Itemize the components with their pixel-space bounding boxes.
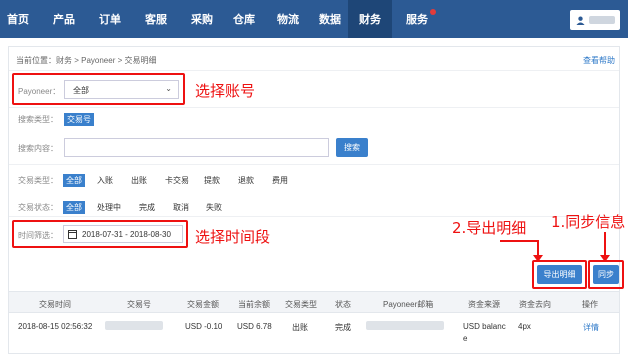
- details-link[interactable]: 详情: [583, 322, 599, 333]
- nav-home[interactable]: 首页: [0, 0, 36, 38]
- nav-purchasing[interactable]: 采购: [182, 0, 222, 38]
- txn-type-card[interactable]: 卡交易: [165, 175, 189, 186]
- cell-type: 出账: [292, 323, 308, 332]
- help-link[interactable]: 查看帮助: [583, 55, 615, 66]
- col-txn-id: 交易号: [127, 300, 151, 309]
- col-txn-amount: 交易金额: [187, 300, 219, 309]
- nav-orders[interactable]: 订单: [90, 0, 130, 38]
- nav-finance[interactable]: 财务: [348, 0, 392, 38]
- user-menu[interactable]: [570, 10, 620, 30]
- txn-status-all[interactable]: 全部: [63, 201, 85, 214]
- nav-customer-service[interactable]: 客服: [136, 0, 176, 38]
- cell-status: 完成: [335, 323, 351, 332]
- divider: [9, 70, 619, 71]
- nav-products[interactable]: 产品: [44, 0, 84, 38]
- txn-type-all[interactable]: 全部: [63, 174, 85, 187]
- search-button[interactable]: 搜索: [336, 138, 368, 157]
- nav-data[interactable]: 数据: [310, 0, 350, 38]
- search-type-option[interactable]: 交易号: [64, 113, 94, 126]
- annotation-select-account: 选择账号: [195, 82, 256, 100]
- txn-type-label: 交易类型：: [18, 176, 58, 185]
- highlight-sync-button: [588, 260, 624, 289]
- nav-logistics[interactable]: 物流: [268, 0, 308, 38]
- txn-type-refund[interactable]: 退款: [238, 175, 254, 186]
- highlight-time-filter: [12, 220, 188, 248]
- notification-dot-icon: [430, 9, 436, 15]
- divider: [9, 107, 619, 108]
- cell-email-redacted: [366, 321, 444, 330]
- arrow-down-icon: [600, 232, 610, 262]
- highlight-export-button: [532, 260, 587, 289]
- cell-txn-id-redacted: [105, 321, 163, 330]
- txn-status-cancelled[interactable]: 取消: [173, 202, 189, 213]
- txn-status-complete[interactable]: 完成: [139, 202, 155, 213]
- cell-balance: USD 6.78: [237, 322, 272, 331]
- col-txn-type: 交易类型: [285, 300, 317, 309]
- nav-warehouse[interactable]: 仓库: [224, 0, 264, 38]
- divider: [9, 216, 619, 217]
- col-txn-time: 交易时间: [39, 300, 71, 309]
- txn-type-income[interactable]: 入账: [97, 175, 113, 186]
- search-content-label: 搜索内容：: [18, 144, 58, 153]
- username-redacted: [589, 16, 615, 24]
- table-header: 交易时间 交易号 交易金额 当前余额 交易类型 状态 Payoneer邮箱 资金…: [9, 291, 619, 313]
- search-type-label: 搜索类型：: [18, 115, 58, 124]
- cell-source: USD balanc: [463, 322, 506, 331]
- user-icon: [576, 16, 585, 25]
- cell-source-wrap: e: [463, 334, 468, 343]
- txn-status-processing[interactable]: 处理中: [97, 202, 121, 213]
- annotation-export-step: 2.导出明细: [452, 219, 527, 237]
- nav-services-label: 服务: [406, 14, 428, 26]
- col-actions: 操作: [582, 300, 598, 309]
- arrow-line: [500, 240, 538, 242]
- col-fund-dest: 资金去向: [519, 300, 551, 309]
- arrow-down-icon: [533, 240, 543, 262]
- search-input[interactable]: [64, 138, 329, 157]
- annotation-sync-step: 1.同步信息: [551, 213, 626, 231]
- txn-type-fee[interactable]: 费用: [272, 175, 288, 186]
- txn-status-failed[interactable]: 失败: [206, 202, 222, 213]
- divider: [9, 164, 619, 165]
- cell-time: 2018-08-15 02:56:32: [18, 322, 93, 331]
- col-status: 状态: [335, 300, 351, 309]
- txn-type-outgoing[interactable]: 出账: [131, 175, 147, 186]
- col-balance: 当前余额: [238, 300, 270, 309]
- txn-status-label: 交易状态：: [18, 203, 58, 212]
- col-fund-source: 资金来源: [468, 300, 500, 309]
- nav-services[interactable]: 服务: [396, 0, 438, 38]
- cell-dest: 4px: [518, 322, 531, 331]
- col-payoneer-email: Payoneer邮箱: [383, 300, 434, 309]
- txn-type-withdraw[interactable]: 提款: [204, 175, 220, 186]
- highlight-account-filter: [12, 73, 185, 105]
- cell-amount: USD -0.10: [185, 322, 223, 331]
- annotation-select-time: 选择时间段: [195, 228, 271, 246]
- top-navigation: 首页 产品 订单 客服 采购 仓库 物流 数据 财务 服务: [0, 0, 628, 38]
- breadcrumb: 当前位置：财务 > Payoneer > 交易明细: [16, 56, 157, 65]
